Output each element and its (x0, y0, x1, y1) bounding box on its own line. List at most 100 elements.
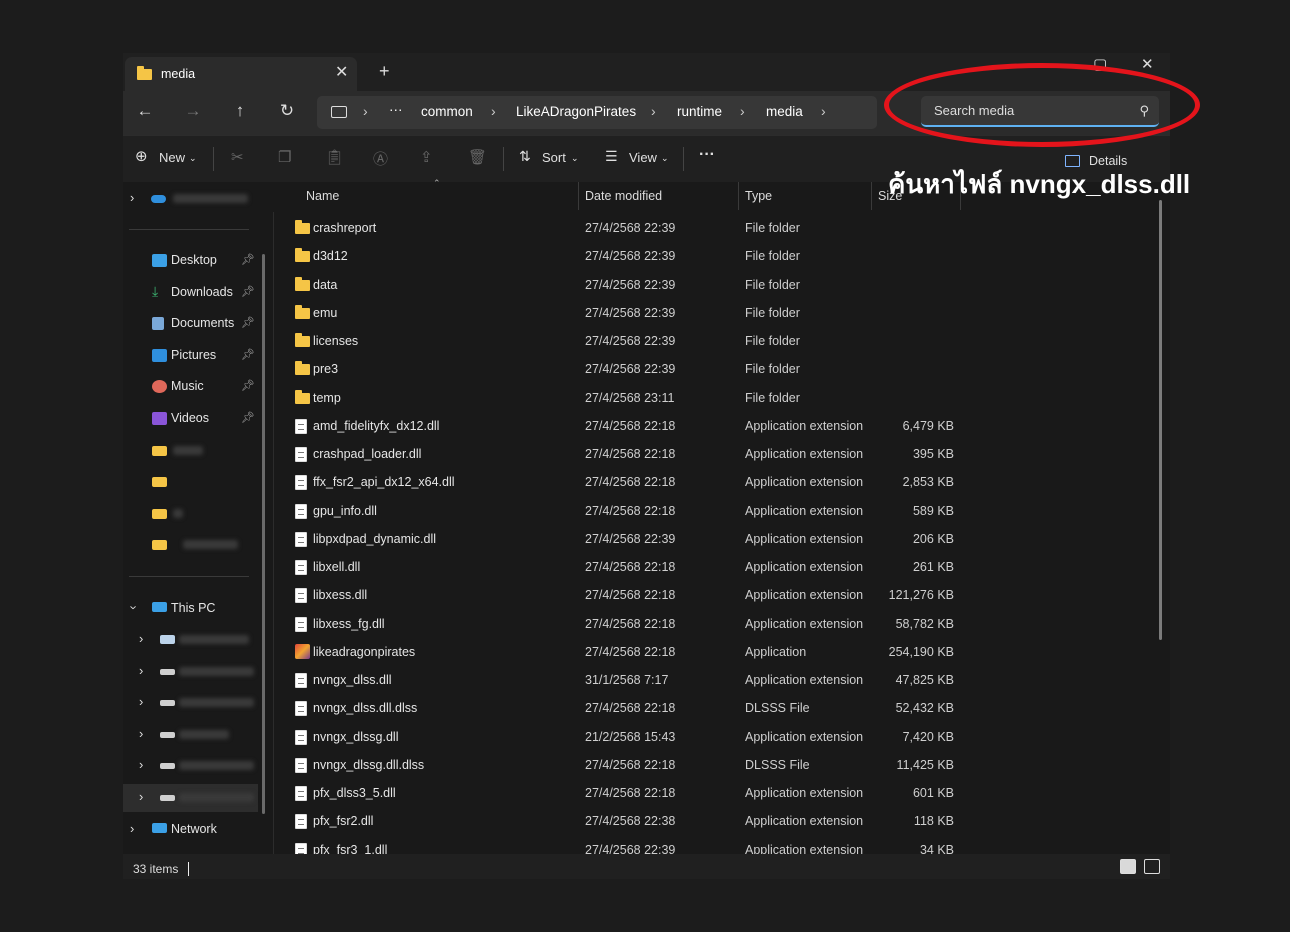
file-type: Application extension (745, 503, 864, 518)
breadcrumb-common[interactable]: common (421, 104, 473, 119)
folder-icon (152, 477, 167, 487)
chevron-right-icon[interactable]: › (139, 789, 143, 804)
rename-icon[interactable]: Ⓐ (373, 148, 388, 169)
more-options-button[interactable]: ··· (699, 146, 715, 164)
sidebar-scrollbar[interactable] (262, 254, 265, 814)
file-row[interactable]: pfx_dlss3_5.dll 27/4/2568 22:18 Applicatio… (273, 779, 993, 807)
chevron-right-icon[interactable]: › (139, 663, 143, 678)
view-button[interactable]: View (629, 150, 657, 165)
sidebar-item-desktop[interactable]: Desktop 📌︎ (123, 247, 263, 275)
file-type: File folder (745, 249, 800, 264)
forward-button[interactable]: → (182, 101, 204, 121)
sidebar-item-onedrive[interactable]: › (123, 185, 263, 213)
sidebar-item-folder[interactable] (123, 468, 263, 496)
breadcrumb-media[interactable]: media (766, 104, 803, 119)
file-icon (295, 616, 307, 632)
computer-icon (152, 602, 167, 612)
file-row[interactable]: crashreport 27/4/2568 22:39 File folder (273, 214, 993, 242)
large-icons-view-icon[interactable] (1144, 859, 1160, 874)
file-row[interactable]: libxess.dll 27/4/2568 22:18 Application ex… (273, 581, 993, 609)
chevron-right-icon[interactable]: › (139, 694, 143, 709)
file-row[interactable]: temp 27/4/2568 23:11 File folder (273, 384, 993, 412)
sidebar-item-this-pc[interactable]: › This PC (123, 595, 263, 623)
chevron-right-icon[interactable]: › (139, 726, 143, 741)
file-row[interactable]: nvngx_dlssg.dll 21/2/2568 15:43 Applicatio… (273, 723, 993, 751)
file-row[interactable]: nvngx_dlssg.dll.dlss 27/4/2568 22:18 DLSSS… (273, 751, 993, 779)
folder-icon (295, 248, 310, 263)
sidebar-item-drive[interactable]: › (123, 626, 263, 654)
details-view-icon[interactable] (1120, 859, 1136, 874)
column-divider[interactable] (578, 182, 579, 210)
sidebar-item-drive[interactable]: › (123, 752, 263, 780)
cut-icon[interactable]: ✂ (231, 148, 244, 166)
breadcrumb-likeadragonpirates[interactable]: LikeADragonPirates (516, 104, 636, 119)
file-row[interactable]: data 27/4/2568 22:39 File folder (273, 271, 993, 299)
sidebar-item-documents[interactable]: Documents 📌︎ (123, 310, 263, 338)
file-date: 27/4/2568 22:18 (585, 588, 676, 603)
sidebar-item-pictures[interactable]: Pictures 📌︎ (123, 342, 263, 370)
file-row[interactable]: emu 27/4/2568 22:39 File folder (273, 299, 993, 327)
column-divider[interactable] (871, 182, 872, 210)
back-button[interactable]: ← (134, 101, 156, 121)
sidebar-item-music[interactable]: Music 📌︎ (123, 373, 263, 401)
column-name[interactable]: Name (306, 189, 339, 203)
file-row[interactable]: libpxdpad_dynamic.dll 27/4/2568 22:39 Appl… (273, 525, 993, 553)
sidebar-item-label: Downloads (171, 285, 233, 299)
file-row[interactable]: gpu_info.dll 27/4/2568 22:18 Application e… (273, 497, 993, 525)
file-row[interactable]: amd_fidelityfx_dx12.dll 27/4/2568 22:18 Ap… (273, 412, 993, 440)
delete-icon[interactable]: 🗑︎ (468, 148, 487, 166)
file-row[interactable]: libxell.dll 27/4/2568 22:18 Application ex… (273, 553, 993, 581)
sidebar-item-drive[interactable]: › (123, 721, 263, 749)
column-divider[interactable] (738, 182, 739, 210)
file-row[interactable]: ffx_fsr2_api_dx12_x64.dll 27/4/2568 22:18… (273, 468, 993, 496)
file-row[interactable]: nvngx_dlss.dll 31/1/2568 7:17 Application … (273, 666, 993, 694)
breadcrumb-runtime[interactable]: runtime (677, 104, 722, 119)
column-type[interactable]: Type (745, 189, 772, 203)
file-row[interactable]: crashpad_loader.dll 27/4/2568 22:18 Applic… (273, 440, 993, 468)
breadcrumb-separator[interactable]: › (740, 103, 745, 119)
file-row[interactable]: pfx_fsr3_1.dll 27/4/2568 22:39 Application… (273, 836, 993, 854)
copy-icon[interactable]: ❐ (278, 148, 291, 166)
sidebar-item-network[interactable]: › Network (123, 816, 263, 844)
sidebar-item-drive[interactable]: › (123, 658, 263, 686)
chevron-right-icon[interactable]: › (130, 190, 134, 205)
chevron-down-icon[interactable]: › (127, 605, 142, 609)
file-date: 27/4/2568 22:39 (585, 305, 676, 320)
paste-icon[interactable]: 📋︎ (325, 148, 344, 166)
file-list-scrollbar[interactable] (1159, 200, 1162, 640)
breadcrumb-more[interactable]: ··· (389, 102, 403, 117)
file-row[interactable]: d3d12 27/4/2568 22:39 File folder (273, 242, 993, 270)
file-row[interactable]: nvngx_dlss.dll.dlss 27/4/2568 22:18 DLSSS … (273, 694, 993, 722)
breadcrumb-separator[interactable]: › (651, 103, 656, 119)
breadcrumb-separator[interactable]: › (821, 103, 826, 119)
share-icon[interactable]: ⇪ (420, 148, 433, 166)
tab-media[interactable]: media ✕ (125, 57, 357, 91)
sidebar-item-folder[interactable] (123, 531, 263, 559)
file-row[interactable]: licenses 27/4/2568 22:39 File folder (273, 327, 993, 355)
sidebar-item-videos[interactable]: Videos 📌︎ (123, 405, 263, 433)
new-tab-button[interactable]: + (379, 61, 390, 82)
file-row[interactable]: pre3 27/4/2568 22:39 File folder (273, 355, 993, 383)
sidebar-item-folder[interactable] (123, 500, 263, 528)
tab-close-icon[interactable]: ✕ (335, 62, 348, 82)
chevron-right-icon[interactable]: › (130, 821, 134, 836)
file-row[interactable]: libxess_fg.dll 27/4/2568 22:18 Application… (273, 610, 993, 638)
close-window-button[interactable]: ✕ (1141, 55, 1154, 73)
file-row[interactable]: pfx_fsr2.dll 27/4/2568 22:38 Application e… (273, 807, 993, 835)
sidebar-item-drive-selected[interactable]: › (123, 784, 258, 812)
address-bar[interactable]: › ··· common › LikeADragonPirates › runt… (317, 96, 877, 129)
refresh-button[interactable]: ↻ (276, 101, 298, 121)
chevron-right-icon[interactable]: › (139, 757, 143, 772)
file-row[interactable]: likeadragonpirates 27/4/2568 22:18 Applica… (273, 638, 993, 666)
chevron-right-icon[interactable]: › (139, 631, 143, 646)
new-button[interactable]: New (159, 150, 185, 165)
breadcrumb-separator[interactable]: › (363, 103, 368, 119)
column-date-modified[interactable]: Date modified (585, 189, 662, 203)
sidebar-item-drive[interactable]: › (123, 689, 263, 717)
breadcrumb-separator[interactable]: › (491, 103, 496, 119)
sidebar-item-folder[interactable] (123, 437, 263, 465)
sort-button[interactable]: Sort (542, 150, 566, 165)
up-button[interactable]: ↑ (229, 101, 251, 121)
sidebar-item-downloads[interactable]: ⤓ Downloads 📌︎ (123, 279, 263, 307)
chevron-down-icon: ⌄ (571, 153, 579, 163)
